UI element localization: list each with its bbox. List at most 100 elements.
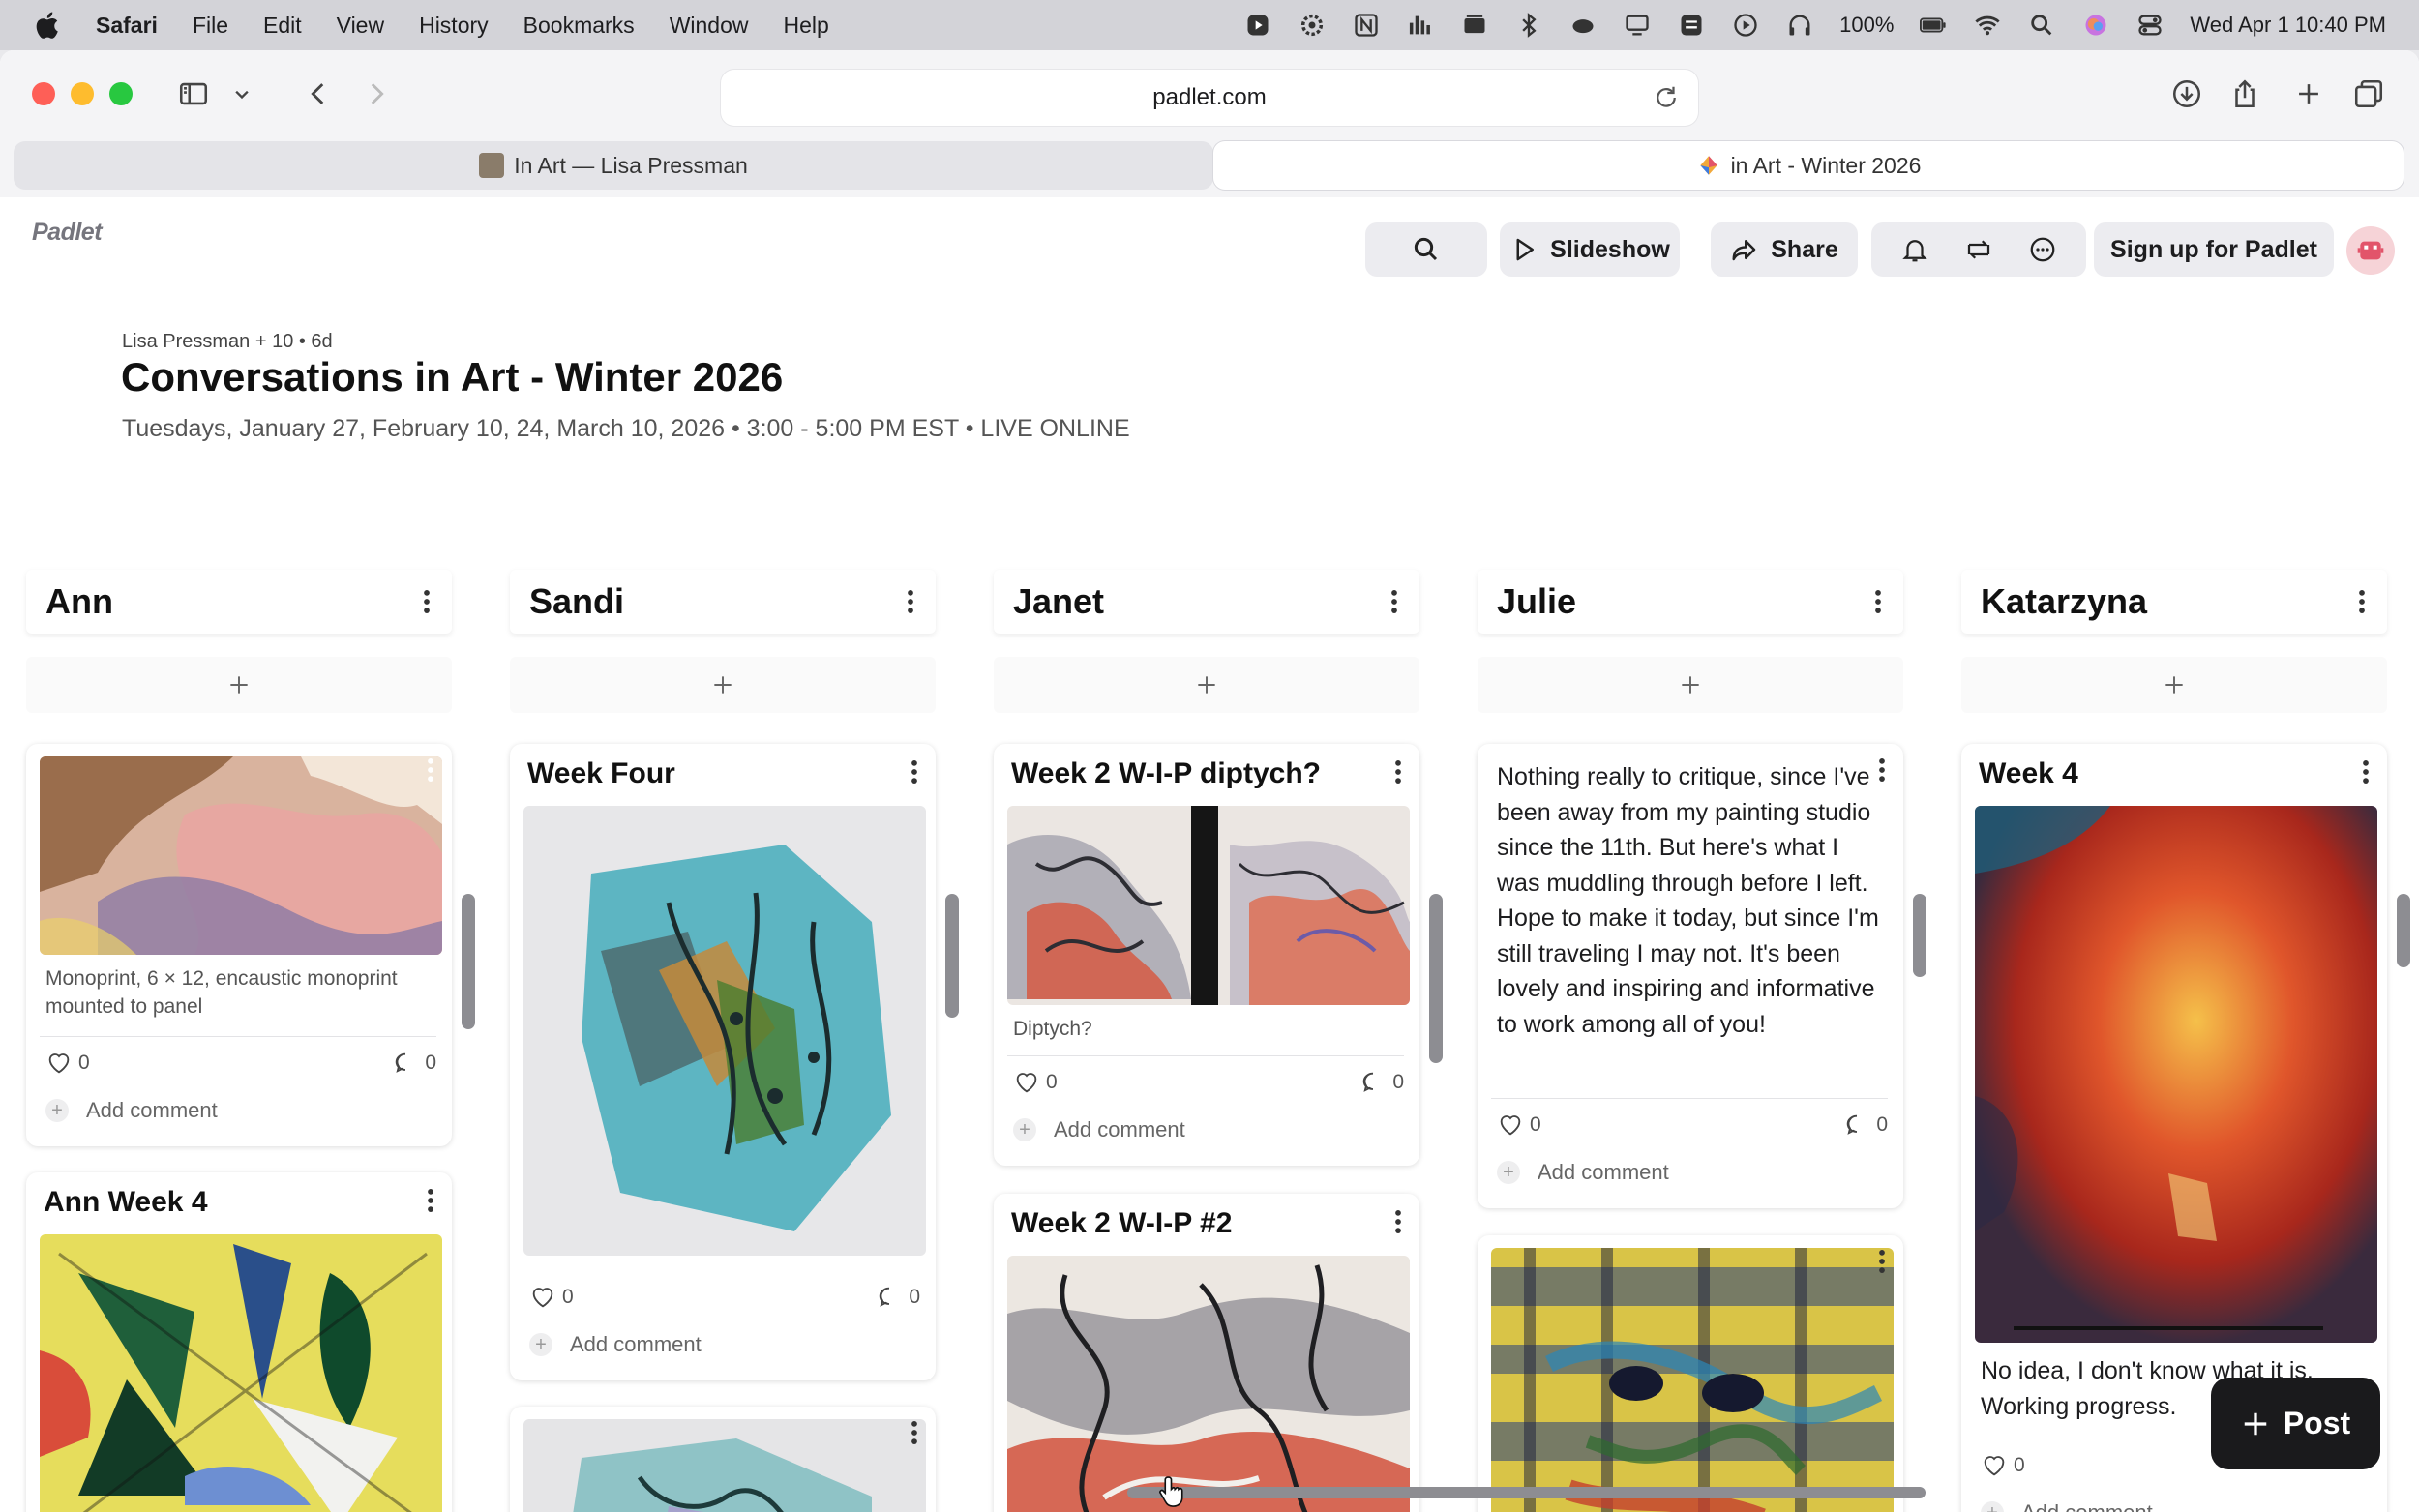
column-scrollbar[interactable] xyxy=(2397,894,2410,967)
window-close-button[interactable] xyxy=(32,82,55,105)
spotlight-search-icon[interactable] xyxy=(2027,11,2056,40)
like-button[interactable]: 0 xyxy=(1013,1069,1058,1096)
sidebar-toggle-icon[interactable] xyxy=(174,70,213,118)
share-button[interactable]: Share xyxy=(1711,222,1858,277)
menu-view[interactable]: View xyxy=(337,13,384,39)
kebab-menu-icon[interactable] xyxy=(903,757,926,786)
battery-icon[interactable] xyxy=(1919,11,1948,40)
comments-button[interactable]: 0 xyxy=(1843,1112,1888,1139)
column-scrollbar[interactable] xyxy=(945,894,959,1018)
column-header[interactable]: Sandi xyxy=(510,570,936,634)
siri-icon[interactable] xyxy=(2081,11,2110,40)
add-post-button[interactable] xyxy=(26,657,452,713)
kebab-menu-icon[interactable] xyxy=(903,1418,926,1447)
add-post-button[interactable] xyxy=(1961,657,2387,713)
kebab-menu-icon[interactable] xyxy=(415,587,438,616)
add-comment-button[interactable]: + Add comment xyxy=(1497,1160,1669,1185)
bell-icon[interactable] xyxy=(1900,235,1929,264)
remake-icon[interactable] xyxy=(1964,235,1993,264)
padlet-logo[interactable]: Padlet xyxy=(32,219,103,247)
post-image[interactable] xyxy=(523,806,926,1256)
like-button[interactable]: 0 xyxy=(1497,1112,1541,1139)
kebab-menu-icon[interactable] xyxy=(419,756,442,785)
menu-file[interactable]: File xyxy=(193,13,228,39)
post-card[interactable] xyxy=(1478,1235,1903,1512)
add-comment-button[interactable]: + Add comment xyxy=(1981,1500,2153,1512)
kebab-menu-icon[interactable] xyxy=(1867,587,1890,616)
window-zoom-button[interactable] xyxy=(109,82,133,105)
post-image[interactable] xyxy=(40,756,442,955)
avatar[interactable] xyxy=(2346,226,2395,275)
address-bar[interactable]: padlet.com xyxy=(721,70,1698,126)
kebab-menu-icon[interactable] xyxy=(1387,1207,1410,1236)
add-comment-button[interactable]: + Add comment xyxy=(529,1332,702,1357)
column-header[interactable]: Katarzyna xyxy=(1961,570,2387,634)
post-image[interactable] xyxy=(1491,1248,1894,1512)
like-button[interactable]: 0 xyxy=(529,1284,574,1311)
kebab-menu-icon[interactable] xyxy=(2350,587,2374,616)
column-header[interactable]: Julie xyxy=(1478,570,1903,634)
radar-icon[interactable] xyxy=(1406,11,1435,40)
back-button[interactable] xyxy=(302,70,335,118)
search-button[interactable] xyxy=(1365,222,1487,277)
sign-up-button[interactable]: Sign up for Padlet xyxy=(2094,222,2334,277)
post-card[interactable]: Ann Week 4 xyxy=(26,1172,452,1512)
post-card[interactable] xyxy=(510,1407,936,1512)
reload-icon[interactable] xyxy=(1652,83,1681,112)
column-scrollbar[interactable] xyxy=(1429,894,1443,1063)
clock[interactable]: Wed Apr 1 10:40 PM xyxy=(2190,13,2386,38)
cloud-icon[interactable] xyxy=(1568,11,1598,40)
like-button[interactable]: 0 xyxy=(1981,1452,2025,1479)
menu-history[interactable]: History xyxy=(419,13,489,39)
comments-button[interactable]: 0 xyxy=(392,1050,436,1077)
add-comment-button[interactable]: + Add comment xyxy=(1013,1117,1185,1142)
tab-overview-icon[interactable] xyxy=(2351,70,2386,118)
post-button[interactable]: Post xyxy=(2211,1378,2380,1469)
slideshow-button[interactable]: Slideshow xyxy=(1500,222,1680,277)
clapper-icon[interactable] xyxy=(1460,11,1489,40)
comments-button[interactable]: 0 xyxy=(876,1284,920,1311)
menu-help[interactable]: Help xyxy=(784,13,829,39)
post-card[interactable]: Nothing really to critique, since I've b… xyxy=(1478,744,1903,1208)
tab-winter-2026[interactable]: in Art - Winter 2026 xyxy=(1213,141,2404,190)
share-icon[interactable] xyxy=(2227,70,2262,118)
post-image[interactable] xyxy=(1007,806,1410,1005)
kebab-menu-icon[interactable] xyxy=(1383,587,1406,616)
forward-button[interactable] xyxy=(360,70,393,118)
post-card[interactable]: Monoprint, 6 × 12, encaustic monoprint m… xyxy=(26,744,452,1146)
kebab-menu-icon[interactable] xyxy=(2354,757,2377,786)
post-card[interactable]: Week 2 W-I-P #2 xyxy=(994,1194,1419,1512)
gear-icon[interactable] xyxy=(1298,11,1327,40)
add-post-button[interactable] xyxy=(994,657,1419,713)
menu-window[interactable]: Window xyxy=(670,13,749,39)
column-scrollbar[interactable] xyxy=(462,894,475,1029)
column-header[interactable]: Janet xyxy=(994,570,1419,634)
tab-lisa-pressman[interactable]: In Art — Lisa Pressman xyxy=(14,141,1213,190)
window-minimize-button[interactable] xyxy=(71,82,94,105)
bluetooth-icon[interactable] xyxy=(1514,11,1543,40)
new-tab-icon[interactable] xyxy=(2291,70,2326,118)
column-header[interactable]: Ann xyxy=(26,570,452,634)
like-button[interactable]: 0 xyxy=(45,1050,90,1077)
wifi-icon[interactable] xyxy=(1973,11,2002,40)
kebab-menu-icon[interactable] xyxy=(1870,1247,1894,1276)
post-card[interactable]: Week Four 0 0 + Add comment xyxy=(510,744,936,1380)
post-image[interactable] xyxy=(40,1234,442,1512)
downloads-icon[interactable] xyxy=(2169,70,2204,118)
menu-widget-icon[interactable] xyxy=(1677,11,1706,40)
url-text[interactable]: padlet.com xyxy=(1152,84,1266,111)
post-image[interactable] xyxy=(523,1419,926,1512)
post-image[interactable] xyxy=(1007,1256,1410,1512)
board-byline[interactable]: Lisa Pressman + 10 • 6d xyxy=(122,331,333,353)
menu-app-name[interactable]: Safari xyxy=(96,13,158,39)
add-post-button[interactable] xyxy=(1478,657,1903,713)
more-options-icon[interactable] xyxy=(2028,235,2057,264)
menu-bookmarks[interactable]: Bookmarks xyxy=(523,13,635,39)
comments-button[interactable]: 0 xyxy=(1359,1069,1404,1096)
chevron-down-icon[interactable] xyxy=(228,70,255,118)
menu-edit[interactable]: Edit xyxy=(263,13,302,39)
headphones-icon[interactable] xyxy=(1785,11,1814,40)
apple-icon[interactable] xyxy=(32,9,65,42)
media-play-icon[interactable] xyxy=(1243,11,1272,40)
post-card[interactable]: Week 2 W-I-P diptych? Diptych? 0 0 + Add… xyxy=(994,744,1419,1166)
